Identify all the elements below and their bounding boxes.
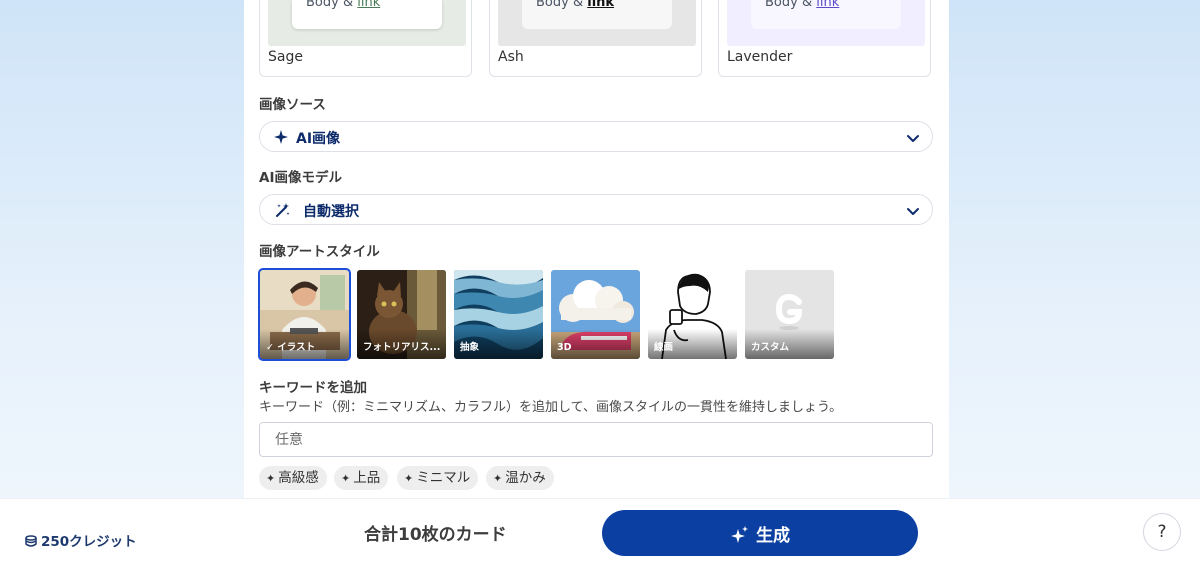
style-option-label: 線画 xyxy=(654,342,674,353)
style-option-illustration[interactable]: ✓ イラスト xyxy=(258,268,351,361)
generate-label: 生成 xyxy=(756,525,790,546)
ai-model-label: AI画像モデル xyxy=(259,170,342,186)
theme-preview-card: Body & link xyxy=(751,0,901,29)
theme-card-ash[interactable]: Body & link Ash xyxy=(489,0,702,77)
style-option-label: 3D xyxy=(557,342,572,353)
style-option-label: 抽象 xyxy=(460,342,480,353)
theme-preview: Body & link xyxy=(268,0,466,46)
keywords-description: キーワード（例：ミニマリズム、カラフル）を追加して、画像スタイルの一貫性を維持し… xyxy=(259,400,843,415)
theme-preview: Body & link xyxy=(498,0,696,46)
credits-display: 250クレジット xyxy=(24,530,137,550)
style-option-abstract[interactable]: 抽象 xyxy=(454,270,543,359)
sparkle-icon: ✦ xyxy=(341,472,351,485)
style-option-3d[interactable]: 3D xyxy=(551,270,640,359)
image-source-select[interactable]: AI画像 xyxy=(259,121,933,152)
style-option-label: ✓ イラスト xyxy=(266,342,316,353)
coins-icon xyxy=(25,535,37,547)
preview-body-text: Body & xyxy=(765,0,817,10)
ai-model-value: 自動選択 xyxy=(303,204,359,220)
sparkles-icon xyxy=(731,525,748,543)
credits-text: 250クレジット xyxy=(41,534,137,550)
art-style-label: 画像アートスタイル xyxy=(259,244,380,260)
keywords-input[interactable] xyxy=(259,422,933,457)
chevron-down-icon xyxy=(907,208,919,215)
image-source-label: 画像ソース xyxy=(259,97,326,113)
style-option-line-art[interactable]: 線画 xyxy=(648,270,737,359)
preview-link: link xyxy=(357,0,381,10)
style-option-custom[interactable]: カスタム xyxy=(745,270,834,359)
style-option-label: フォトリアリス... xyxy=(363,342,441,353)
help-button[interactable]: ? xyxy=(1143,513,1181,551)
keyword-chip-elegant[interactable]: ✦ 上品 xyxy=(334,466,389,490)
card-total: 合計10枚のカード xyxy=(364,525,507,545)
theme-name: Lavender xyxy=(727,49,793,65)
theme-name: Ash xyxy=(498,49,524,65)
theme-preview-card: Body & link xyxy=(292,0,442,29)
sparkle-icon: ✦ xyxy=(493,472,503,485)
ai-model-select[interactable]: 自動選択 xyxy=(259,194,933,225)
theme-card-sage[interactable]: Body & link Sage xyxy=(259,0,472,77)
chevron-down-icon xyxy=(907,135,919,142)
preview-link: link xyxy=(816,0,840,10)
magic-wand-icon xyxy=(276,203,290,217)
theme-preview-card: Body & link xyxy=(522,0,672,29)
preview-body-text: Body & xyxy=(306,0,358,10)
sparkle-icon: ✦ xyxy=(404,472,414,485)
sparkle-icon: ✦ xyxy=(266,472,276,485)
sparkle-icon xyxy=(274,130,288,144)
image-source-value: AI画像 xyxy=(296,131,341,147)
theme-name: Sage xyxy=(268,49,303,65)
generate-button[interactable]: 生成 xyxy=(602,510,918,556)
preview-link: link xyxy=(587,0,615,10)
keyword-chip-minimal[interactable]: ✦ ミニマル xyxy=(397,466,479,490)
style-option-label: カスタム xyxy=(751,342,790,353)
style-option-photoreal[interactable]: フォトリアリス... xyxy=(357,270,446,359)
keyword-chip-luxury[interactable]: ✦ 高級感 xyxy=(259,466,327,490)
bottom-action-bar: 250クレジット 合計10枚のカード 生成 ? xyxy=(0,498,1200,564)
keyword-chip-warm[interactable]: ✦ 温かみ xyxy=(486,466,554,490)
theme-preview: Body & link xyxy=(727,0,925,46)
theme-card-lavender[interactable]: Body & link Lavender xyxy=(718,0,931,77)
keywords-label: キーワードを追加 xyxy=(259,380,367,396)
preview-body-text: Body & xyxy=(536,0,588,10)
